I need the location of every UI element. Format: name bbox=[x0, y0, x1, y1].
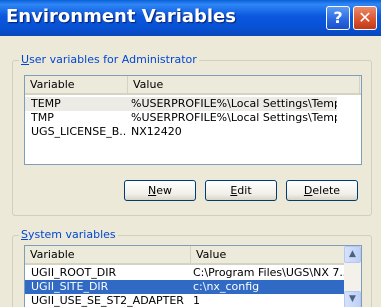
delete-button[interactable]: Delete bbox=[286, 180, 358, 201]
delete-label: elete bbox=[312, 184, 341, 197]
system-list-scrollbar[interactable]: ▲ ▼ bbox=[344, 246, 361, 307]
user-row-value: NX12420 bbox=[131, 125, 182, 138]
user-row-value: %USERPROFILE%\Local Settings\Temp bbox=[131, 111, 337, 124]
user-legend-accel: U bbox=[21, 53, 30, 66]
scroll-up-button[interactable]: ▲ bbox=[344, 246, 361, 263]
system-row-ugii-root-dir[interactable]: UGII_ROOT_DIR C:\Program Files\UGS\NX 7.… bbox=[25, 266, 346, 280]
system-variables-legend: System variables bbox=[19, 228, 118, 241]
new-button[interactable]: New bbox=[124, 180, 196, 201]
user-col-variable[interactable]: Variable bbox=[25, 76, 128, 95]
user-row-ugs-license[interactable]: UGS_LICENSE_B... NX12420 bbox=[25, 125, 337, 139]
edit-label: dit bbox=[237, 184, 252, 197]
scroll-down-button[interactable]: ▼ bbox=[344, 291, 361, 307]
help-button[interactable]: ? bbox=[326, 6, 350, 30]
system-row-value: C:\Program Files\UGS\NX 7.5\U bbox=[193, 266, 346, 279]
system-row-value: 1 bbox=[193, 294, 200, 307]
new-accel: N bbox=[148, 184, 157, 197]
title-bar[interactable]: Environment Variables ? ✕ bbox=[0, 0, 381, 36]
system-col-variable[interactable]: Variable bbox=[25, 246, 191, 265]
system-row-ugii-use-se-st2-adapter[interactable]: UGII_USE_SE_ST2_ADAPTER 1 bbox=[25, 294, 346, 307]
user-variables-legend: User variables for Administrator bbox=[19, 53, 199, 66]
system-row-value: c:\nx_config bbox=[193, 280, 260, 293]
user-row-tmp[interactable]: TMP %USERPROFILE%\Local Settings\Temp bbox=[25, 111, 337, 125]
edit-button[interactable]: Edit bbox=[205, 180, 277, 201]
system-col-value[interactable]: Value bbox=[191, 246, 346, 265]
system-row-variable: UGII_ROOT_DIR bbox=[31, 266, 117, 279]
new-label: ew bbox=[156, 184, 172, 197]
user-row-variable: TEMP bbox=[31, 97, 61, 110]
user-legend-text: ser variables for Administrator bbox=[29, 53, 197, 66]
user-row-temp[interactable]: TEMP %USERPROFILE%\Local Settings\Temp bbox=[25, 97, 337, 111]
user-list-header: Variable Value bbox=[25, 76, 361, 95]
user-row-value: %USERPROFILE%\Local Settings\Temp bbox=[131, 97, 337, 110]
user-row-variable: UGS_LICENSE_B... bbox=[31, 125, 127, 138]
system-list-header: Variable Value bbox=[25, 246, 346, 265]
user-variables-list[interactable]: Variable Value TEMP %USERPROFILE%\Local … bbox=[24, 75, 362, 165]
system-row-variable: UGII_SITE_DIR bbox=[31, 280, 109, 293]
system-row-ugii-site-dir[interactable]: UGII_SITE_DIR c:\nx_config bbox=[25, 280, 346, 294]
close-button[interactable]: ✕ bbox=[353, 6, 377, 30]
user-col-value[interactable]: Value bbox=[128, 76, 360, 95]
system-row-variable: UGII_USE_SE_ST2_ADAPTER bbox=[31, 294, 184, 307]
system-legend-text: ystem variables bbox=[27, 228, 116, 241]
user-row-variable: TMP bbox=[31, 111, 54, 124]
system-legend-accel: S bbox=[21, 228, 28, 241]
system-variables-list[interactable]: Variable Value UGII_ROOT_DIR C:\Program … bbox=[24, 245, 362, 307]
window-title: Environment Variables bbox=[6, 6, 236, 27]
